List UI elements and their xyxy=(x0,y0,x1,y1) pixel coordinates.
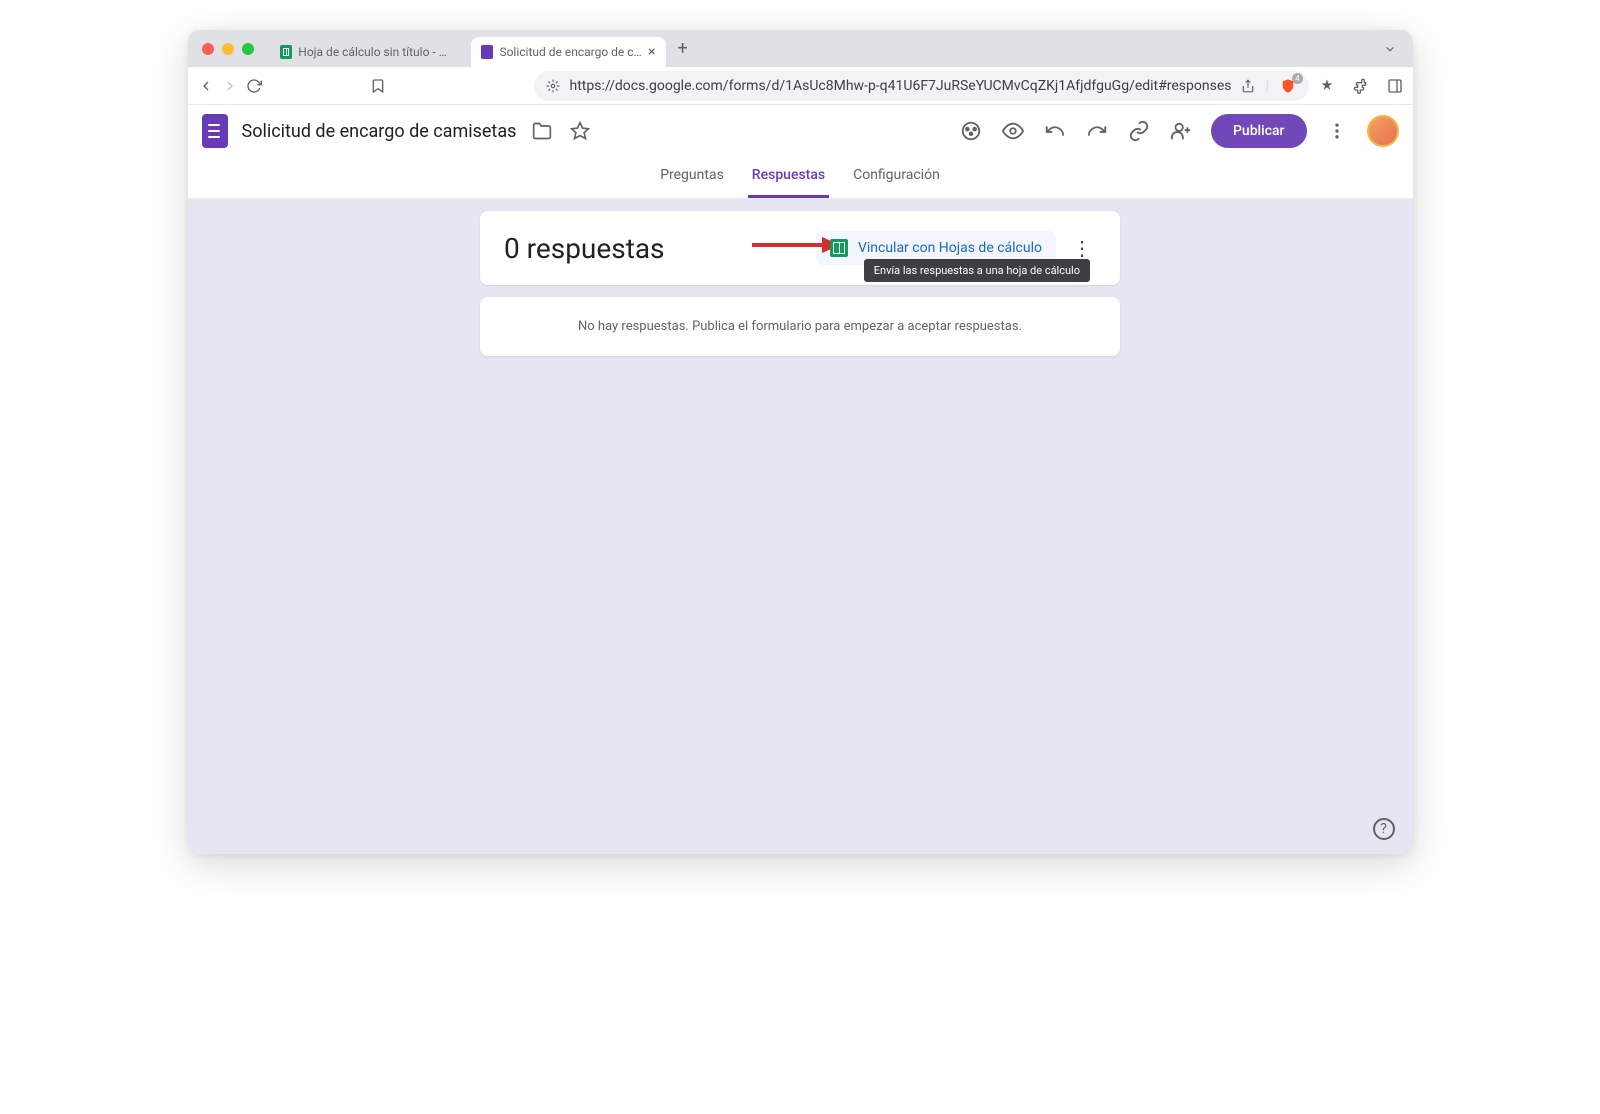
publish-button[interactable]: Publicar xyxy=(1211,114,1307,148)
preview-icon[interactable] xyxy=(1001,119,1025,143)
close-window-button[interactable] xyxy=(202,43,214,55)
form-nav-tabs: Preguntas Respuestas Configuración xyxy=(188,157,1413,199)
url-text: https://docs.google.com/forms/d/1AsUc8Mh… xyxy=(570,78,1232,94)
tab-settings[interactable]: Configuración xyxy=(849,157,944,198)
tab-title: Hoja de cálculo sin título - Hojas xyxy=(298,45,454,59)
tab-questions[interactable]: Preguntas xyxy=(656,157,728,198)
add-collaborator-icon[interactable] xyxy=(1169,119,1193,143)
google-forms-logo[interactable] xyxy=(202,114,228,148)
help-button[interactable]: ? xyxy=(1373,818,1395,840)
content-area: 0 respuestas Vincular con Hojas de cálcu… xyxy=(188,199,1413,854)
document-title[interactable]: Solicitud de encargo de camisetas xyxy=(242,121,517,142)
empty-message: No hay respuestas. Publica el formulario… xyxy=(578,319,1022,334)
tabs-overflow-icon[interactable] xyxy=(1383,42,1397,56)
folder-icon[interactable] xyxy=(530,119,554,143)
star-icon[interactable] xyxy=(568,119,592,143)
share-icon[interactable] xyxy=(1241,79,1255,93)
tooltip: Envía las respuestas a una hoja de cálcu… xyxy=(864,259,1090,282)
close-tab-icon[interactable]: × xyxy=(648,44,655,60)
extensions-icon[interactable] xyxy=(1351,78,1371,94)
link-sheets-label: Vincular con Hojas de cálculo xyxy=(858,240,1042,256)
empty-responses-card: No hay respuestas. Publica el formulario… xyxy=(480,297,1120,356)
redo-icon[interactable] xyxy=(1085,119,1109,143)
maximize-window-button[interactable] xyxy=(242,43,254,55)
link-icon[interactable] xyxy=(1127,119,1151,143)
browser-tab-forms[interactable]: Solicitud de encargo de cami × xyxy=(471,37,666,67)
reload-button[interactable] xyxy=(246,78,262,94)
shield-count: 4 xyxy=(1292,73,1303,84)
user-avatar[interactable] xyxy=(1367,115,1399,147)
window-controls xyxy=(202,43,254,55)
sheets-icon xyxy=(830,239,848,257)
url-input[interactable]: https://docs.google.com/forms/d/1AsUc8Mh… xyxy=(534,71,1309,101)
browser-tab-sheets[interactable]: Hoja de cálculo sin título - Hojas xyxy=(270,37,465,67)
header-toolbar: Publicar xyxy=(959,114,1399,148)
forms-header: Solicitud de encargo de camisetas Public… xyxy=(188,105,1413,157)
responses-more-icon[interactable]: ⋮ xyxy=(1068,236,1096,260)
new-tab-button[interactable]: + xyxy=(678,38,688,59)
bookmark-icon[interactable] xyxy=(370,78,386,94)
theme-icon[interactable] xyxy=(959,119,983,143)
tab-title: Solicitud de encargo de cami xyxy=(499,45,642,59)
back-button[interactable] xyxy=(198,78,214,94)
forward-button[interactable] xyxy=(222,78,238,94)
minimize-window-button[interactable] xyxy=(222,43,234,55)
browser-right-icons xyxy=(1317,78,1413,94)
responses-count-label: 0 respuestas xyxy=(504,232,804,265)
brave-shield-icon[interactable]: 4 xyxy=(1279,77,1297,95)
rewards-icon[interactable] xyxy=(1317,78,1337,94)
address-bar: https://docs.google.com/forms/d/1AsUc8Mh… xyxy=(188,67,1413,105)
sheets-icon xyxy=(280,45,293,59)
browser-window: Hoja de cálculo sin título - Hojas Solic… xyxy=(188,30,1413,854)
undo-icon[interactable] xyxy=(1043,119,1067,143)
browser-tab-bar: Hoja de cálculo sin título - Hojas Solic… xyxy=(188,30,1413,67)
more-options-icon[interactable] xyxy=(1325,119,1349,143)
site-settings-icon xyxy=(546,79,560,93)
forms-icon xyxy=(481,45,494,59)
responses-summary-card: 0 respuestas Vincular con Hojas de cálcu… xyxy=(480,211,1120,285)
sidebar-toggle-icon[interactable] xyxy=(1385,78,1405,94)
tab-responses[interactable]: Respuestas xyxy=(748,157,829,198)
